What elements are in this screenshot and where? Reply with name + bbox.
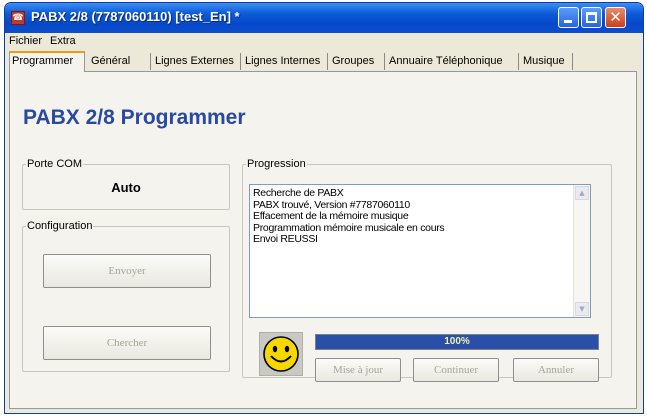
- progress-log[interactable]: Recherche de PABX PABX trouvé, Version #…: [249, 184, 591, 318]
- configuration-group: Configuration Envoyer Chercher: [22, 220, 230, 372]
- log-line: Effacement de la mémoire musique: [253, 210, 409, 222]
- log-scrollbar[interactable]: ▲ ▼: [573, 185, 590, 317]
- porte-com-value: Auto: [111, 180, 141, 195]
- close-icon: ✕: [609, 8, 622, 26]
- progression-label: Progression: [247, 158, 306, 170]
- progress-log-lines: Recherche de PABX PABX trouvé, Version #…: [253, 187, 572, 246]
- close-button[interactable]: ✕: [605, 7, 626, 28]
- minimize-button[interactable]: [558, 7, 579, 28]
- minimize-icon: [564, 20, 572, 23]
- menu-fichier[interactable]: Fichier: [9, 35, 42, 47]
- send-button[interactable]: Envoyer: [43, 254, 211, 288]
- pabx-app-icon[interactable]: ☎: [11, 11, 25, 25]
- update-button[interactable]: Mise à jour: [315, 358, 401, 382]
- maximize-button[interactable]: [581, 7, 602, 28]
- porte-com-label: Porte COM: [27, 158, 83, 170]
- continue-button[interactable]: Continuer: [413, 358, 499, 382]
- progress-percent: 100%: [444, 336, 470, 347]
- cancel-button[interactable]: Annuler: [513, 358, 599, 382]
- window-title: PABX 2/8 (7787060110) [test_En] *: [31, 9, 240, 24]
- menu-extra[interactable]: Extra: [50, 35, 76, 47]
- tab-groupes[interactable]: Groupes: [330, 53, 385, 70]
- tab-lignes-internes[interactable]: Lignes Internes: [243, 53, 328, 70]
- tab-musique[interactable]: Musique: [521, 53, 573, 70]
- tab-annuaire-telephonique[interactable]: Annuaire Téléphonique: [387, 53, 519, 70]
- menu-bar: Fichier Extra: [5, 33, 643, 50]
- title-bar[interactable]: ☎ PABX 2/8 (7787060110) [test_En] * ✕: [5, 3, 643, 33]
- programmer-panel: PABX 2/8 Programmer Porte COM Auto Confi…: [9, 71, 637, 409]
- maximize-icon: [586, 12, 597, 23]
- configuration-label: Configuration: [27, 220, 93, 232]
- application-window: ☎ PABX 2/8 (7787060110) [test_En] * ✕ Fi…: [4, 2, 644, 414]
- porte-com-group: Porte COM Auto: [22, 158, 230, 210]
- progress-bar: 100%: [315, 334, 599, 350]
- tab-strip: Programmer Général Lignes Externes Ligne…: [5, 51, 643, 72]
- page-title: PABX 2/8 Programmer: [23, 106, 246, 129]
- scroll-down-icon[interactable]: ▼: [575, 302, 589, 316]
- tab-programmer[interactable]: Programmer: [9, 51, 85, 72]
- smiley-face-icon: [259, 332, 303, 376]
- tab-lignes-externes[interactable]: Lignes Externes: [153, 53, 241, 70]
- log-line: Recherche de PABX: [253, 187, 344, 199]
- search-button[interactable]: Chercher: [43, 326, 211, 360]
- log-line: Envoi REUSSI: [253, 233, 318, 245]
- progression-group: Progression Recherche de PABX PABX trouv…: [242, 158, 612, 382]
- scroll-up-icon[interactable]: ▲: [575, 186, 589, 200]
- tab-general[interactable]: Général: [89, 53, 151, 70]
